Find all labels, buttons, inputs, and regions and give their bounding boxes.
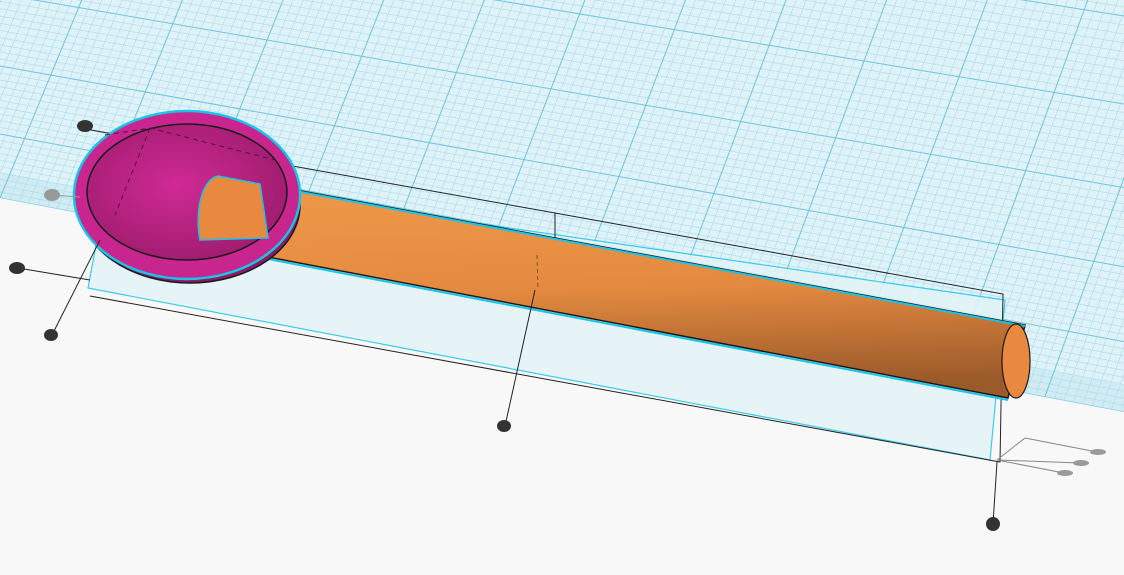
handle-end-cap <box>1001 323 1031 399</box>
rotate-axis-lines <box>996 437 1098 474</box>
spoon-bowl[interactable] <box>72 109 302 284</box>
resize-handle[interactable] <box>44 329 58 341</box>
resize-handle[interactable] <box>9 262 25 274</box>
resize-handle[interactable] <box>77 120 93 132</box>
resize-handle[interactable] <box>44 189 60 201</box>
resize-handle[interactable] <box>986 517 1000 531</box>
rotate-handle[interactable] <box>1090 449 1106 455</box>
rotate-handle[interactable] <box>1057 470 1073 476</box>
3d-viewport[interactable] <box>0 0 1124 575</box>
rotate-handle[interactable] <box>1073 460 1089 466</box>
resize-handle[interactable] <box>497 420 511 432</box>
